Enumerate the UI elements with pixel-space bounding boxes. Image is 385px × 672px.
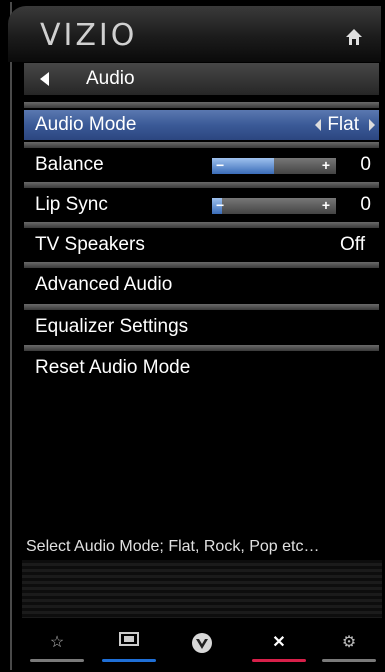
menu-item-lip-sync[interactable]: Lip Sync − + 0 (24, 182, 379, 220)
screen-icon (102, 632, 156, 654)
menu-item-balance[interactable]: Balance − + 0 (24, 142, 379, 180)
menu-item-label: Balance (35, 154, 104, 175)
vizio-button[interactable] (182, 632, 222, 662)
menu-item-advanced-audio[interactable]: Advanced Audio (24, 262, 379, 300)
vizio-logo: VIZIO (40, 18, 138, 53)
home-icon[interactable] (345, 28, 363, 46)
menu-item-reset-audio-mode[interactable]: Reset Audio Mode (24, 345, 379, 383)
row-separator (24, 304, 379, 310)
favorites-button[interactable]: ☆ (30, 632, 84, 662)
row-separator (24, 142, 379, 148)
input-button[interactable] (102, 632, 156, 662)
row-separator (24, 182, 379, 188)
minus-icon: − (216, 157, 225, 173)
header: VIZIO (8, 6, 381, 62)
chevron-left-icon[interactable] (315, 119, 321, 131)
gear-icon: ⚙ (341, 634, 357, 651)
menu-item-label: Audio Mode (35, 114, 137, 135)
menu-item-label: Equalizer Settings (35, 316, 189, 337)
row-separator (24, 222, 379, 228)
button-underline (102, 659, 156, 662)
plus-icon: + (321, 157, 330, 173)
menu-item-label: Lip Sync (35, 194, 108, 215)
menu-item-equalizer-settings[interactable]: Equalizer Settings (24, 304, 379, 342)
help-panel-background (22, 560, 382, 618)
chevron-right-icon[interactable] (369, 119, 375, 131)
button-underline (252, 659, 306, 662)
row-separator (24, 102, 379, 108)
audio-mode-value: Flat (327, 114, 359, 135)
menu-item-label: Reset Audio Mode (35, 357, 191, 378)
back-arrow-icon[interactable] (40, 72, 49, 86)
breadcrumb-title: Audio (86, 68, 135, 89)
menu-item-audio-mode[interactable]: Audio Mode Flat (24, 102, 379, 140)
minus-icon: − (216, 197, 225, 213)
button-underline (30, 659, 84, 662)
balance-slider[interactable]: − + (212, 157, 336, 174)
menu-item-tv-speakers[interactable]: TV Speakers Off (24, 222, 379, 260)
lip-sync-slider[interactable]: − + (212, 197, 336, 214)
row-separator (24, 262, 379, 268)
tv-speakers-value: Off (340, 234, 365, 255)
breadcrumb[interactable]: Audio (24, 63, 379, 95)
settings-button[interactable]: ⚙ (322, 632, 376, 662)
star-icon: ☆ (49, 634, 65, 651)
menu-item-label: TV Speakers (35, 234, 145, 255)
balance-value: 0 (360, 154, 371, 175)
menu-item-label: Advanced Audio (35, 274, 173, 295)
lip-sync-value: 0 (360, 194, 371, 215)
row-separator (24, 345, 379, 351)
vizio-v-icon (182, 632, 222, 654)
close-icon: ✕ (272, 634, 286, 651)
exit-button[interactable]: ✕ (252, 632, 306, 662)
plus-icon: + (321, 197, 330, 213)
help-text: Select Audio Mode; Flat, Rock, Pop etc… (26, 538, 320, 555)
bottom-bar: ☆ ✕ ⚙ (22, 624, 382, 668)
button-underline (322, 659, 376, 662)
